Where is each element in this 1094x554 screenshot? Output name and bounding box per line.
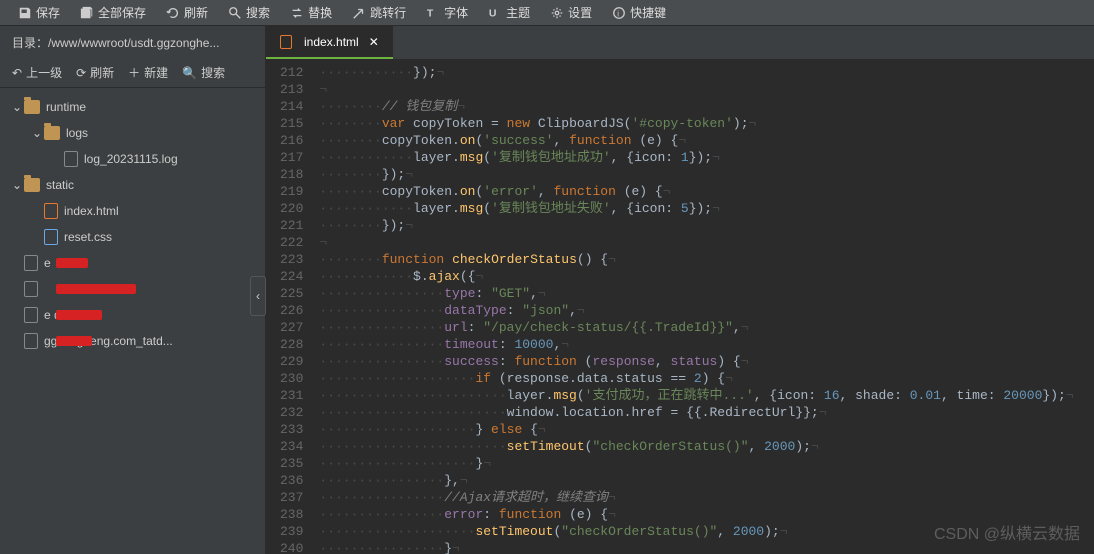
- save-all-button[interactable]: 全部保存: [70, 0, 156, 25]
- sidebar: 目录：/www/wwwroot/usdt.ggzonghe... ↶上一级 ⟳刷…: [0, 26, 266, 554]
- close-icon[interactable]: ✕: [369, 35, 379, 49]
- search-button[interactable]: 搜索: [218, 0, 280, 25]
- code-lines[interactable]: ············});¬¬········// 钱包复制¬·······…: [313, 60, 1073, 554]
- gear-icon: [550, 6, 564, 20]
- refresh-icon: [166, 6, 180, 20]
- folder-icon: [24, 100, 40, 114]
- replace-button[interactable]: 替换: [280, 0, 342, 25]
- replace-icon: [290, 6, 304, 20]
- sidebar-refresh-button[interactable]: ⟳刷新: [76, 64, 114, 81]
- code-editor[interactable]: 2122132142152162172182192202212222232242…: [266, 60, 1094, 554]
- line-gutter: 2122132142152162172182192202212222232242…: [266, 60, 313, 554]
- tree-file-redacted-1[interactable]: e: [0, 250, 265, 276]
- sidebar-new-button[interactable]: ＋新建: [128, 64, 168, 81]
- sidebar-divider[interactable]: ‹: [256, 26, 266, 554]
- html-file-icon: [44, 203, 58, 219]
- shortcuts-button[interactable]: i 快捷键: [602, 0, 676, 25]
- file-icon: [24, 281, 38, 297]
- tree-folder-logs[interactable]: ⌄ logs: [0, 120, 265, 146]
- editor-area: index.html ✕ 212213214215216217218219220…: [266, 26, 1094, 554]
- file-icon: [24, 255, 38, 271]
- sidebar-actions: ↶上一级 ⟳刷新 ＋新建 🔍搜索: [0, 58, 265, 88]
- svg-text:T: T: [427, 7, 434, 19]
- search-icon: [228, 6, 242, 20]
- theme-icon: U: [488, 6, 502, 20]
- tree-folder-static[interactable]: ⌄ static: [0, 172, 265, 198]
- refresh-icon: ⟳: [76, 66, 86, 80]
- folder-icon: [44, 126, 60, 140]
- save-icon: [18, 6, 32, 20]
- file-tree: ⌄ runtime ⌄ logs log_20231115.log ⌄ stat…: [0, 88, 265, 554]
- html-file-icon: [280, 35, 292, 49]
- tab-index-html[interactable]: index.html ✕: [266, 26, 393, 59]
- theme-button[interactable]: U 主题: [478, 0, 540, 25]
- plus-icon: ＋: [128, 64, 140, 81]
- save-all-label: 全部保存: [98, 4, 146, 21]
- save-button[interactable]: 保存: [8, 0, 70, 25]
- arrow-up-icon: ↶: [12, 66, 22, 80]
- goto-icon: [352, 6, 366, 20]
- theme-label: 主题: [506, 4, 530, 21]
- search-icon: 🔍: [182, 66, 197, 80]
- goto-label: 跳转行: [370, 4, 406, 21]
- info-icon: i: [612, 6, 626, 20]
- save-label: 保存: [36, 4, 60, 21]
- sidebar-up-button[interactable]: ↶上一级: [12, 64, 62, 81]
- svg-text:i: i: [617, 9, 619, 18]
- editor-tabs: index.html ✕: [266, 26, 1094, 60]
- tree-file-redacted-2[interactable]: [0, 276, 265, 302]
- tree-file-logfile[interactable]: log_20231115.log: [0, 146, 265, 172]
- tree-folder-runtime[interactable]: ⌄ runtime: [0, 94, 265, 120]
- collapse-handle[interactable]: ‹: [250, 276, 266, 316]
- top-toolbar: 保存 全部保存 刷新 搜索 替换 跳转行 T 字体 U 主题: [0, 0, 1094, 26]
- file-icon: [24, 333, 38, 349]
- chevron-down-icon: ⌄: [10, 100, 24, 114]
- file-icon: [64, 151, 78, 167]
- tree-file-reset[interactable]: reset.css: [0, 224, 265, 250]
- settings-label: 设置: [568, 4, 592, 21]
- sidebar-search-button[interactable]: 🔍搜索: [182, 64, 225, 81]
- svg-text:U: U: [489, 7, 497, 19]
- refresh-label: 刷新: [184, 4, 208, 21]
- settings-button[interactable]: 设置: [540, 0, 602, 25]
- font-label: 字体: [444, 4, 468, 21]
- replace-label: 替换: [308, 4, 332, 21]
- tree-file-index[interactable]: index.html: [0, 198, 265, 224]
- chevron-down-icon: ⌄: [10, 178, 24, 192]
- font-icon: T: [426, 6, 440, 20]
- css-file-icon: [44, 229, 58, 245]
- chevron-down-icon: ⌄: [30, 126, 44, 140]
- goto-button[interactable]: 跳转行: [342, 0, 416, 25]
- shortcuts-label: 快捷键: [630, 4, 666, 21]
- search-label: 搜索: [246, 4, 270, 21]
- breadcrumb[interactable]: 目录：/www/wwwroot/usdt.ggzonghe...: [0, 26, 265, 58]
- tree-file-redacted-4[interactable]: ggzongheng.com_tatd...: [0, 328, 265, 354]
- folder-icon: [24, 178, 40, 192]
- save-all-icon: [80, 6, 94, 20]
- refresh-button[interactable]: 刷新: [156, 0, 218, 25]
- tree-file-redacted-3[interactable]: e dt: [0, 302, 265, 328]
- font-button[interactable]: T 字体: [416, 0, 478, 25]
- chevron-left-icon: ‹: [256, 289, 260, 303]
- file-icon: [24, 307, 38, 323]
- tab-label: index.html: [304, 35, 359, 49]
